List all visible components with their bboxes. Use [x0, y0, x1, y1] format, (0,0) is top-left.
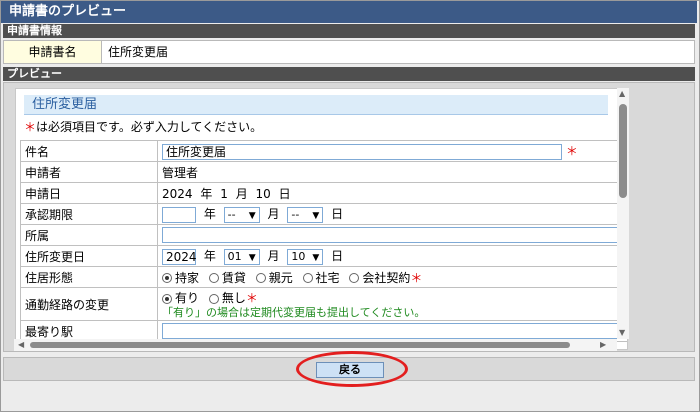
address-change-year-unit: 年 [203, 249, 216, 264]
approval-deadline-label: 承認期限 [20, 203, 158, 225]
applicant-value: 管理者 [157, 161, 627, 183]
housing-type-label: 住居形態 [20, 266, 158, 288]
scroll-left-icon[interactable]: ◀ [18, 340, 24, 349]
subject-cell: 住所変更届 ＊ [157, 140, 627, 162]
housing-option-own: 持家 [175, 270, 200, 285]
address-change-day-unit: 日 [331, 249, 344, 264]
commute-option-yes: 有り [175, 291, 200, 305]
horizontal-scroll-thumb[interactable] [30, 342, 570, 348]
approval-deadline-day-select[interactable]: -- ▼ [287, 206, 324, 223]
table-row: 件名 住所変更届 ＊ [20, 140, 627, 162]
housing-option-parents: 親元 [268, 270, 293, 285]
table-row: 所属 [20, 224, 627, 246]
table-row: 住所変更日 2024 年 01 ▼ 月 10 ▼ 日 [20, 245, 627, 267]
approval-deadline-month-select[interactable]: -- ▼ [223, 206, 260, 223]
address-change-day-select[interactable]: 10 ▼ [287, 248, 324, 265]
address-change-month-select[interactable]: 01 ▼ [223, 248, 260, 265]
approval-deadline-cell: 年 -- ▼ 月 -- ▼ 日 [157, 203, 627, 225]
preview-panel: 住所変更届 ＊は必須項目です。必ず入力してください。 件名 住所変更届 ＊ 申請… [3, 82, 695, 352]
required-note: ＊は必須項目です。必ず入力してください。 [24, 119, 262, 135]
address-change-month-value: 01 [227, 249, 242, 263]
commute-option-no: 無し [221, 291, 246, 305]
preview-section-header: プレビュー [3, 67, 695, 81]
address-change-day-value: 10 [291, 249, 306, 263]
address-change-month-unit: 月 [267, 249, 280, 264]
housing-option-company-contract: 会社契約 [362, 270, 411, 285]
commute-change-cell: 有り 無し＊ 「有り」の場合は定期代変更届も提出してください。 [157, 287, 627, 321]
chevron-down-icon: ▼ [248, 252, 256, 263]
address-change-year-input[interactable]: 2024 [162, 248, 197, 265]
form-name-value: 住所変更届 [108, 45, 169, 59]
info-row: 申請書名 住所変更届 [3, 40, 695, 64]
housing-radio-own[interactable] [162, 273, 172, 283]
housing-radio-rent[interactable] [208, 273, 219, 283]
housing-radio-company-house[interactable] [302, 273, 313, 283]
table-row: 住居形態 持家 賃貸 親元 社宅 会社契約＊ [20, 266, 627, 288]
highlight-annotation [296, 351, 408, 387]
window-title: 申請書のプレビュー [1, 1, 697, 23]
approval-deadline-year-unit: 年 [203, 207, 216, 222]
commute-note: 「有り」の場合は定期代変更届も提出してください。 [162, 306, 426, 319]
commute-required-mark: ＊ [245, 291, 258, 305]
subject-label: 件名 [20, 140, 158, 162]
housing-required-mark: ＊ [410, 270, 423, 285]
apply-date-year: 2024 [162, 186, 193, 201]
apply-date-day: 10 [255, 186, 271, 201]
department-cell [157, 224, 627, 246]
housing-radio-parents[interactable] [255, 273, 266, 283]
scroll-down-icon[interactable]: ▼ [619, 328, 625, 337]
approval-deadline-day-unit: 日 [331, 207, 344, 222]
apply-date-label: 申請日 [20, 182, 158, 204]
housing-option-rent: 賃貸 [221, 270, 246, 285]
scroll-right-icon[interactable]: ▶ [600, 340, 606, 349]
apply-date-month: 1 [220, 186, 228, 201]
address-change-date-cell: 2024 年 01 ▼ 月 10 ▼ 日 [157, 245, 627, 267]
nearest-station-input[interactable] [162, 323, 622, 339]
required-mark: ＊ [24, 120, 37, 134]
housing-radio-company-contract[interactable] [349, 273, 360, 283]
approval-deadline-month-value: -- [227, 207, 236, 221]
form-title: 住所変更届 [24, 95, 608, 115]
scroll-up-icon[interactable]: ▲ [619, 89, 625, 98]
housing-option-company-house: 社宅 [315, 270, 340, 285]
commute-change-label: 通勤経路の変更 [20, 287, 158, 321]
department-label: 所属 [20, 224, 158, 246]
department-input[interactable] [162, 227, 622, 243]
address-change-date-label: 住所変更日 [20, 245, 158, 267]
apply-date-month-unit: 月 [235, 186, 248, 201]
required-note-text: は必須項目です。必ず入力してください。 [36, 120, 263, 134]
apply-date-value: 2024 年 1 月 10 日 [157, 182, 627, 204]
apply-date-year-unit: 年 [200, 186, 213, 201]
approval-deadline-year-input[interactable] [162, 206, 196, 223]
table-row: 申請日 2024 年 1 月 10 日 [20, 182, 627, 204]
commute-radio-no[interactable] [208, 293, 219, 304]
subject-required-mark: ＊ [565, 144, 578, 159]
subject-input[interactable]: 住所変更届 [162, 143, 562, 160]
approval-deadline-day-value: -- [291, 207, 300, 221]
preview-scroll-area[interactable]: 住所変更届 ＊は必須項目です。必ず入力してください。 件名 住所変更届 ＊ 申請… [15, 88, 628, 350]
vertical-scroll-thumb[interactable] [619, 104, 627, 198]
commute-radio-yes[interactable] [162, 293, 172, 304]
chevron-down-icon: ▼ [312, 210, 320, 221]
form-name-label: 申請書名 [4, 41, 102, 63]
apply-date-day-unit: 日 [278, 186, 291, 201]
approval-deadline-month-unit: 月 [267, 207, 280, 222]
chevron-down-icon: ▼ [312, 252, 320, 263]
applicant-label: 申請者 [20, 161, 158, 183]
info-section-header: 申請書情報 [3, 24, 695, 38]
preview-form-table: 件名 住所変更届 ＊ 申請者 管理者 申請日 2024 年 1 月 10 日 承… [20, 140, 627, 342]
table-row: 通勤経路の変更 有り 無し＊ 「有り」の場合は定期代変更届も提出してください。 [20, 287, 627, 321]
housing-type-cell: 持家 賃貸 親元 社宅 会社契約＊ [157, 266, 627, 288]
chevron-down-icon: ▼ [248, 210, 256, 221]
table-row: 承認期限 年 -- ▼ 月 -- ▼ 日 [20, 203, 627, 225]
table-row: 申請者 管理者 [20, 161, 627, 183]
